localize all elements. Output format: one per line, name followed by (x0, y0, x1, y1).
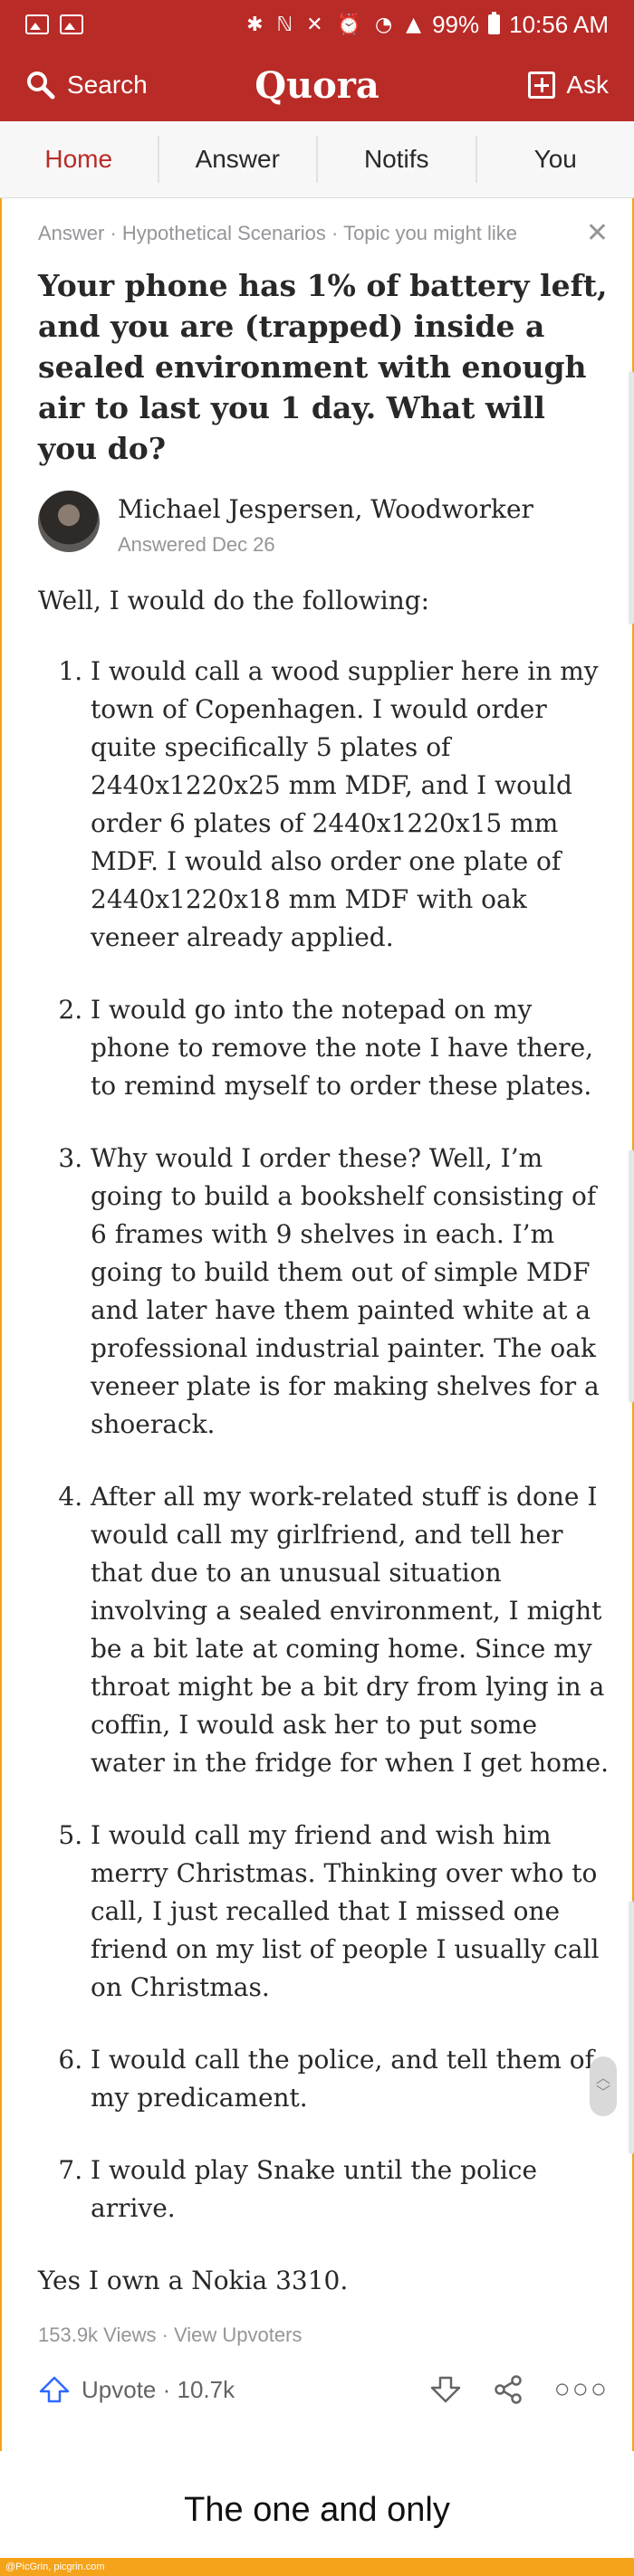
search-label: Search (67, 71, 148, 99)
status-system: ✱ ℕ ✕ ⏰ ◔ ▲ 99% 10:56 AM (246, 11, 609, 39)
quora-logo[interactable]: Quora (255, 64, 379, 107)
ask-label: Ask (566, 71, 609, 99)
breadcrumb-text[interactable]: Answer · Hypothetical Scenarios · Topic … (38, 222, 517, 245)
list-item: After all my work-related stuff is done … (91, 1478, 609, 1782)
downvote-icon[interactable] (429, 2376, 462, 2403)
status-notifications (25, 14, 83, 34)
answer-intro: Well, I would do the following: (38, 586, 430, 615)
avatar[interactable] (38, 491, 100, 552)
tab-answer[interactable]: Answer (159, 136, 318, 183)
chevron-down-icon: ﹀ (595, 2085, 610, 2101)
answer-card: Answer · Hypothetical Scenarios · Topic … (38, 217, 609, 2405)
list-item: I would go into the notepad on my phone … (91, 991, 609, 1105)
secondary-actions: ○○○ (429, 2374, 609, 2405)
author-name[interactable]: Michael Jespersen, Woodworker (118, 494, 533, 524)
chevron-up-icon: ︿ (595, 2071, 610, 2086)
tab-home[interactable]: Home (0, 136, 159, 183)
list-item: Why would I order these? Well, I’m going… (91, 1140, 609, 1444)
search-icon (27, 72, 55, 100)
system-icons: ✱ ℕ ✕ ⏰ ◔ ▲ (246, 13, 426, 36)
battery-percent: 99% (432, 10, 480, 38)
status-bar: ✱ ℕ ✕ ⏰ ◔ ▲ 99% 10:56 AM (0, 0, 634, 49)
more-icon[interactable]: ○○○ (554, 2374, 609, 2405)
clock: 10:56 AM (509, 10, 609, 38)
image-icon (25, 14, 49, 34)
scrollbar-thumb[interactable]: ︿ ﹀ (590, 2056, 617, 2116)
battery-icon (488, 12, 501, 34)
list-item: I would call a wood supplier here in my … (91, 653, 609, 957)
watermark: @PicGrin, picgrin.com (0, 2558, 634, 2576)
scroll-edge-indicator (629, 1901, 634, 2154)
search-button[interactable]: Search (25, 70, 148, 100)
answer-list: I would call a wood supplier here in my … (38, 653, 609, 2228)
add-question-icon (528, 72, 556, 99)
list-item: I would play Snake until the police arri… (91, 2151, 609, 2228)
image-icon (60, 14, 83, 34)
action-bar: Upvote · 10.7k ○○○ (38, 2374, 609, 2405)
answer-outro: Yes I own a Nokia 3310. (38, 2266, 349, 2295)
question-title[interactable]: Your phone has 1% of battery left, and y… (38, 265, 609, 469)
breadcrumb: Answer · Hypothetical Scenarios · Topic … (38, 217, 609, 249)
share-icon[interactable] (493, 2374, 524, 2405)
upvote-button[interactable]: Upvote · 10.7k (38, 2376, 235, 2404)
list-item: I would call my friend and wish him merr… (91, 1817, 609, 2007)
app-header: Search Quora Ask (0, 49, 634, 121)
upvote-icon (39, 2376, 70, 2403)
ask-button[interactable]: Ask (528, 71, 609, 100)
close-icon[interactable]: ✕ (586, 217, 609, 249)
scroll-edge-indicator (629, 371, 634, 625)
meme-caption: The one and only (184, 2491, 450, 2529)
view-stats[interactable]: 153.9k Views · View Upvoters (38, 2323, 609, 2347)
scroll-edge-indicator (629, 1150, 634, 1403)
tab-notifs[interactable]: Notifs (318, 136, 477, 183)
answered-date: Answered Dec 26 (118, 533, 275, 556)
tab-you[interactable]: You (477, 136, 634, 183)
tab-bar: Home Answer Notifs You (0, 121, 634, 198)
list-item: I would call the police, and tell them o… (91, 2041, 609, 2117)
author-row: Michael Jespersen, Woodworker Answered D… (38, 491, 609, 557)
upvote-label: Upvote · 10.7k (82, 2375, 235, 2403)
answer-body: Well, I would do the following: I would … (38, 582, 609, 2300)
